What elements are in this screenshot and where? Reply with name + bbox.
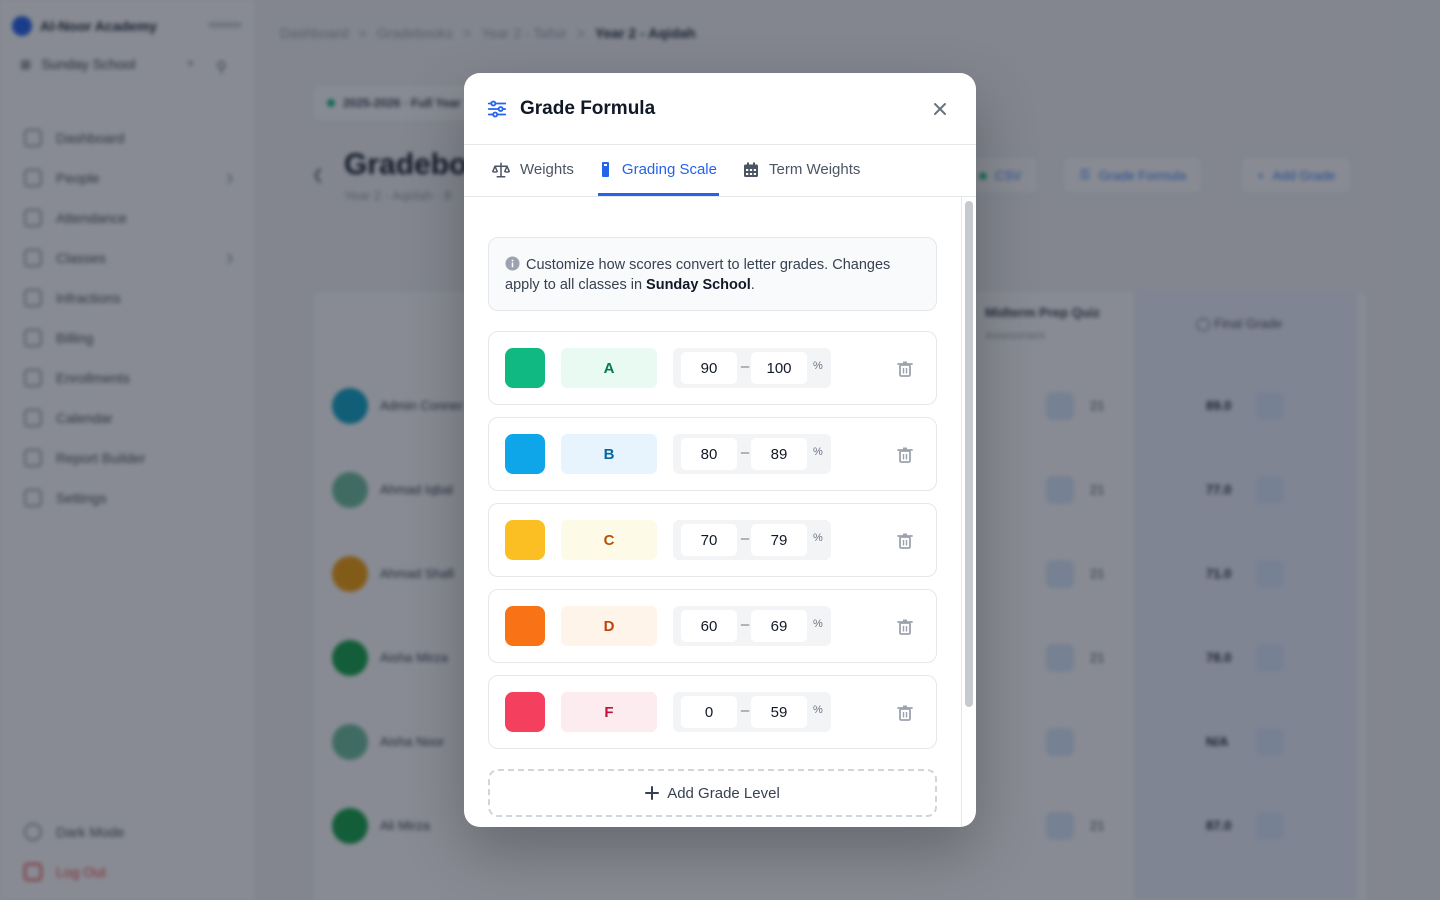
percent-unit: % <box>813 532 823 544</box>
dialog-tabs: Weights Grading Scale Term Weights <box>464 145 976 197</box>
dialog-body: Customize how scores convert to letter g… <box>464 197 976 827</box>
bookmark-icon <box>601 161 609 177</box>
delete-grade-button[interactable] <box>895 617 915 637</box>
range-dash: – <box>740 358 750 375</box>
delete-grade-button[interactable] <box>895 445 915 465</box>
grade-level-row: F –% <box>488 675 937 749</box>
tab-grading-scale[interactable]: Grading Scale <box>597 146 719 196</box>
grade-level-row: A –% <box>488 331 937 405</box>
range-dash: – <box>740 616 750 633</box>
grade-level-row: D –% <box>488 589 937 663</box>
grade-letter: A <box>603 359 615 377</box>
grade-letter-field[interactable]: A <box>561 348 657 388</box>
max-score-input[interactable] <box>751 438 807 470</box>
trash-icon <box>895 705 915 727</box>
tab-label: Term Weights <box>768 161 861 178</box>
plus-icon <box>645 786 660 800</box>
min-score-input[interactable] <box>681 610 737 642</box>
calendar-icon <box>743 162 758 177</box>
grade-color-swatch[interactable] <box>505 348 545 388</box>
grade-level-row: C –% <box>488 503 937 577</box>
grade-letter: C <box>603 531 615 549</box>
info-icon <box>505 256 520 271</box>
grade-letter-field[interactable]: F <box>561 692 657 732</box>
tab-label: Weights <box>520 161 574 178</box>
grade-range: –% <box>673 692 831 732</box>
delete-grade-button[interactable] <box>895 531 915 551</box>
max-score-input[interactable] <box>751 524 807 556</box>
percent-unit: % <box>813 704 823 716</box>
grade-level-row: B –% <box>488 417 937 491</box>
grade-formula-dialog: Grade Formula Weights Grading Scale Term… <box>464 73 976 827</box>
percent-unit: % <box>813 446 823 458</box>
dialog-header: Grade Formula <box>464 73 976 145</box>
grade-letter-field[interactable]: B <box>561 434 657 474</box>
max-score-input[interactable] <box>751 352 807 384</box>
tab-weights[interactable]: Weights <box>490 146 576 196</box>
grade-color-swatch[interactable] <box>505 606 545 646</box>
grade-letter: F <box>604 703 614 721</box>
min-score-input[interactable] <box>681 524 737 556</box>
min-score-input[interactable] <box>681 438 737 470</box>
tab-term-weights[interactable]: Term Weights <box>741 146 862 196</box>
add-grade-level-label: Add Grade Level <box>667 784 780 802</box>
min-score-input[interactable] <box>681 352 737 384</box>
grade-letter-field[interactable]: D <box>561 606 657 646</box>
percent-unit: % <box>813 618 823 630</box>
grade-range: –% <box>673 348 831 388</box>
range-dash: – <box>740 702 750 719</box>
trash-icon <box>895 533 915 555</box>
tab-label: Grading Scale <box>621 161 717 178</box>
info-banner: Customize how scores convert to letter g… <box>488 237 937 311</box>
percent-unit: % <box>813 360 823 372</box>
trash-icon <box>895 447 915 469</box>
info-text-end: . <box>750 277 755 293</box>
grade-color-swatch[interactable] <box>505 434 545 474</box>
grade-range: –% <box>673 520 831 560</box>
grade-range: –% <box>673 434 831 474</box>
grade-letter: B <box>603 445 615 463</box>
grade-letter: D <box>603 617 615 635</box>
grade-color-swatch[interactable] <box>505 692 545 732</box>
grade-color-swatch[interactable] <box>505 520 545 560</box>
range-dash: – <box>740 444 750 461</box>
delete-grade-button[interactable] <box>895 703 915 723</box>
info-school: Sunday School <box>646 277 751 293</box>
sliders-icon <box>487 100 507 117</box>
max-score-input[interactable] <box>751 610 807 642</box>
scale-icon <box>492 162 510 177</box>
max-score-input[interactable] <box>751 696 807 728</box>
trash-icon <box>895 619 915 641</box>
grade-range: –% <box>673 606 831 646</box>
dialog-title: Grade Formula <box>520 97 656 119</box>
close-button[interactable] <box>926 95 954 123</box>
grade-letter-field[interactable]: C <box>561 520 657 560</box>
delete-grade-button[interactable] <box>895 359 915 379</box>
close-icon <box>934 102 946 115</box>
min-score-input[interactable] <box>681 696 737 728</box>
range-dash: – <box>740 530 750 547</box>
trash-icon <box>895 361 915 383</box>
add-grade-level-button[interactable]: Add Grade Level <box>488 769 937 817</box>
